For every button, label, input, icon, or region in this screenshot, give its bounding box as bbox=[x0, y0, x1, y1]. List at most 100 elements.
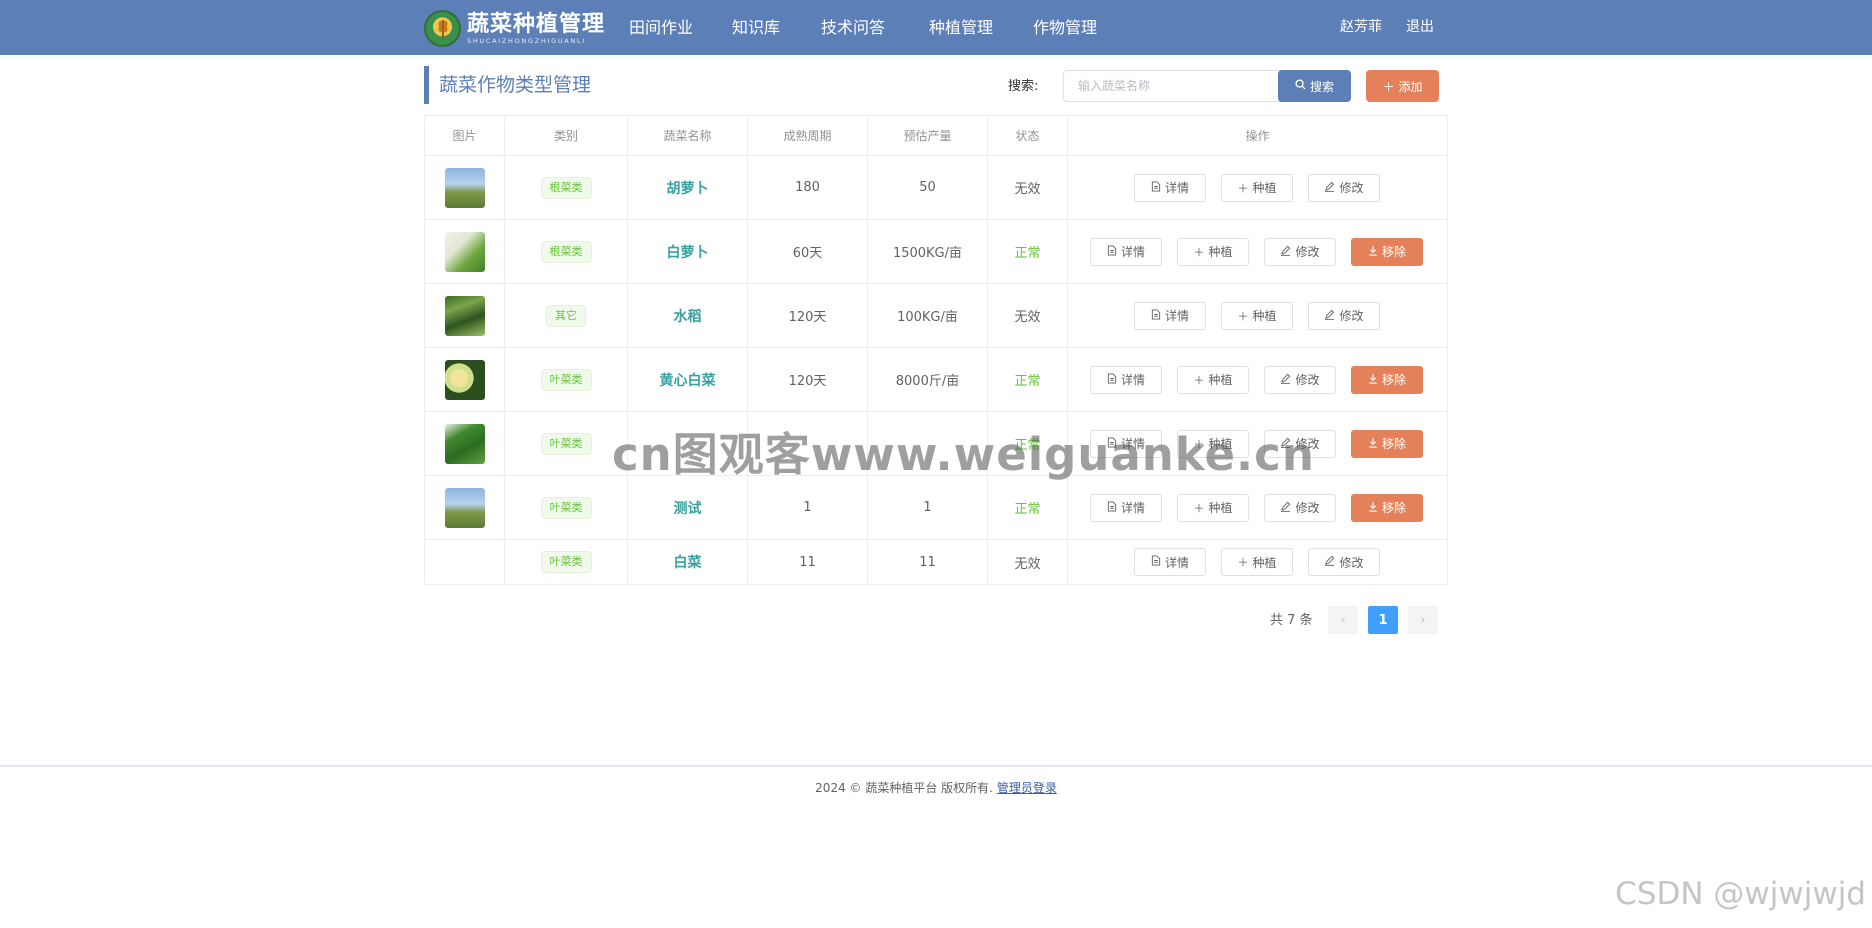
prev-page-button[interactable]: ‹ bbox=[1328, 606, 1358, 634]
edit-button[interactable]: 修改 bbox=[1264, 493, 1336, 522]
cell-category: 叶菜类 bbox=[505, 348, 628, 412]
category-tag: 根菜类 bbox=[540, 176, 592, 199]
category-tag: 叶菜类 bbox=[540, 496, 592, 519]
download-icon bbox=[1368, 373, 1378, 387]
pencil-icon bbox=[1324, 181, 1335, 195]
detail-button[interactable]: 详情 bbox=[1134, 301, 1206, 330]
pencil-icon bbox=[1324, 309, 1335, 323]
edit-button[interactable]: 修改 bbox=[1308, 173, 1380, 202]
detail-button[interactable]: 详情 bbox=[1090, 237, 1162, 266]
logo[interactable]: 蔬菜种植管理 SHUCAIZHONGZHIGUANLI bbox=[424, 8, 605, 48]
edit-button[interactable]: 修改 bbox=[1308, 548, 1380, 576]
white-radish-thumbnail[interactable] bbox=[444, 231, 485, 272]
crop-name-link[interactable]: 黄心白菜 bbox=[660, 370, 716, 390]
nav-item-tech-qa[interactable]: 技术问答 bbox=[821, 0, 885, 55]
plus-icon: ＋ bbox=[1193, 373, 1205, 387]
nav-item-field-work[interactable]: 田间作业 bbox=[629, 0, 693, 55]
cell-actions: 详情 ＋种植 修改 移除 bbox=[1068, 220, 1448, 284]
search-input[interactable] bbox=[1063, 70, 1292, 102]
next-page-button[interactable]: › bbox=[1408, 606, 1438, 634]
download-icon bbox=[1368, 245, 1378, 259]
admin-login-link[interactable]: 管理员登录 bbox=[997, 781, 1057, 795]
status-text: 无效 bbox=[1014, 556, 1041, 572]
pencil-icon bbox=[1280, 373, 1291, 387]
cell-actions: 详情 ＋种植 修改 移除 bbox=[1068, 412, 1448, 476]
remove-button[interactable]: 移除 bbox=[1351, 237, 1423, 266]
plant-button-label: 种植 bbox=[1208, 373, 1233, 387]
cell-image bbox=[425, 284, 505, 348]
cell-image bbox=[425, 156, 505, 220]
document-icon bbox=[1107, 500, 1117, 515]
column-header-name: 蔬菜名称 bbox=[628, 116, 748, 156]
edit-button[interactable]: 修改 bbox=[1308, 301, 1380, 330]
nav-item-planting-management[interactable]: 种植管理 bbox=[929, 0, 993, 55]
detail-button[interactable]: 详情 bbox=[1134, 173, 1206, 202]
edit-button[interactable]: 修改 bbox=[1264, 365, 1336, 394]
category-tag: 根菜类 bbox=[540, 240, 592, 263]
detail-button[interactable]: 详情 bbox=[1090, 429, 1162, 458]
cell-actions: 详情 ＋种植 修改 移除 bbox=[1068, 476, 1448, 540]
rice-thumbnail[interactable] bbox=[444, 295, 485, 336]
remove-button[interactable]: 移除 bbox=[1351, 365, 1423, 394]
plant-button-label: 种植 bbox=[1252, 309, 1277, 323]
add-button[interactable]: ＋ 添加 bbox=[1366, 70, 1439, 102]
edit-button-label: 修改 bbox=[1295, 437, 1320, 451]
plant-button[interactable]: ＋种植 bbox=[1221, 548, 1293, 576]
nav-item-knowledge-base[interactable]: 知识库 bbox=[732, 0, 780, 55]
detail-button[interactable]: 详情 bbox=[1134, 548, 1206, 576]
plant-button-label: 种植 bbox=[1252, 181, 1277, 195]
cell-actions: 详情 ＋种植 修改 bbox=[1068, 156, 1448, 220]
crop-name-link[interactable]: 白萝卜 bbox=[667, 242, 709, 262]
status-text: 无效 bbox=[1014, 310, 1041, 325]
crop-name-link[interactable]: 水稻 bbox=[674, 306, 702, 326]
cell-cycle: 60天 bbox=[748, 220, 868, 284]
plant-button-label: 种植 bbox=[1252, 555, 1277, 570]
cell-yield: 100KG/亩 bbox=[868, 284, 988, 348]
pencil-icon bbox=[1324, 555, 1335, 569]
plant-button[interactable]: ＋种植 bbox=[1177, 429, 1249, 458]
cell-category: 根菜类 bbox=[505, 156, 628, 220]
cell-actions: 详情 ＋种植 修改 移除 bbox=[1068, 348, 1448, 412]
remove-button[interactable]: 移除 bbox=[1351, 493, 1423, 522]
plant-button[interactable]: ＋种植 bbox=[1177, 365, 1249, 394]
detail-button-label: 详情 bbox=[1120, 373, 1145, 387]
cell-actions: 详情 ＋种植 修改 bbox=[1068, 540, 1448, 585]
column-header-yield: 预估产量 bbox=[868, 116, 988, 156]
plant-button[interactable]: ＋种植 bbox=[1221, 301, 1293, 330]
page-number-button[interactable]: 1 bbox=[1368, 606, 1398, 634]
field-thumbnail[interactable] bbox=[444, 167, 485, 208]
status-text: 无效 bbox=[1014, 182, 1041, 197]
add-button-label: 添加 bbox=[1398, 79, 1423, 94]
pencil-icon bbox=[1280, 437, 1291, 451]
remove-button-label: 移除 bbox=[1381, 501, 1406, 515]
remove-button[interactable]: 移除 bbox=[1351, 429, 1423, 458]
nav-item-crop-management[interactable]: 作物管理 bbox=[1033, 0, 1097, 55]
crop-name-link[interactable]: 胡萝卜 bbox=[667, 178, 709, 198]
plant-button[interactable]: ＋种植 bbox=[1177, 237, 1249, 266]
chevron-left-icon: ‹ bbox=[1340, 612, 1346, 628]
crop-name-link[interactable]: 测试 bbox=[674, 498, 702, 518]
cell-status: 无效 bbox=[988, 156, 1068, 220]
crop-name-link[interactable]: 白菜 bbox=[674, 552, 702, 572]
edit-button[interactable]: 修改 bbox=[1264, 429, 1336, 458]
field-thumbnail[interactable] bbox=[444, 487, 485, 528]
table-row: 叶菜类 测试 1 1 正常 详情 ＋种植 修改 移除 bbox=[425, 476, 1448, 540]
detail-button-label: 详情 bbox=[1164, 309, 1189, 323]
user-name[interactable]: 赵芳菲 bbox=[1340, 0, 1382, 55]
edit-button[interactable]: 修改 bbox=[1264, 237, 1336, 266]
title-accent-bar bbox=[424, 66, 429, 104]
edit-button-label: 修改 bbox=[1295, 373, 1320, 387]
cell-status: 无效 bbox=[988, 540, 1068, 585]
cabbage-thumbnail[interactable] bbox=[444, 359, 485, 400]
plant-button[interactable]: ＋种植 bbox=[1177, 493, 1249, 522]
plant-button[interactable]: ＋种植 bbox=[1221, 173, 1293, 202]
search-button[interactable]: 搜索 bbox=[1278, 70, 1351, 102]
detail-button[interactable]: 详情 bbox=[1090, 493, 1162, 522]
edit-button-label: 修改 bbox=[1339, 309, 1364, 323]
detail-button-label: 详情 bbox=[1164, 555, 1189, 570]
detail-button[interactable]: 详情 bbox=[1090, 365, 1162, 394]
logout-link[interactable]: 退出 bbox=[1406, 0, 1434, 55]
spinach-thumbnail[interactable] bbox=[444, 423, 485, 464]
document-icon bbox=[1151, 180, 1161, 195]
document-icon bbox=[1151, 308, 1161, 323]
